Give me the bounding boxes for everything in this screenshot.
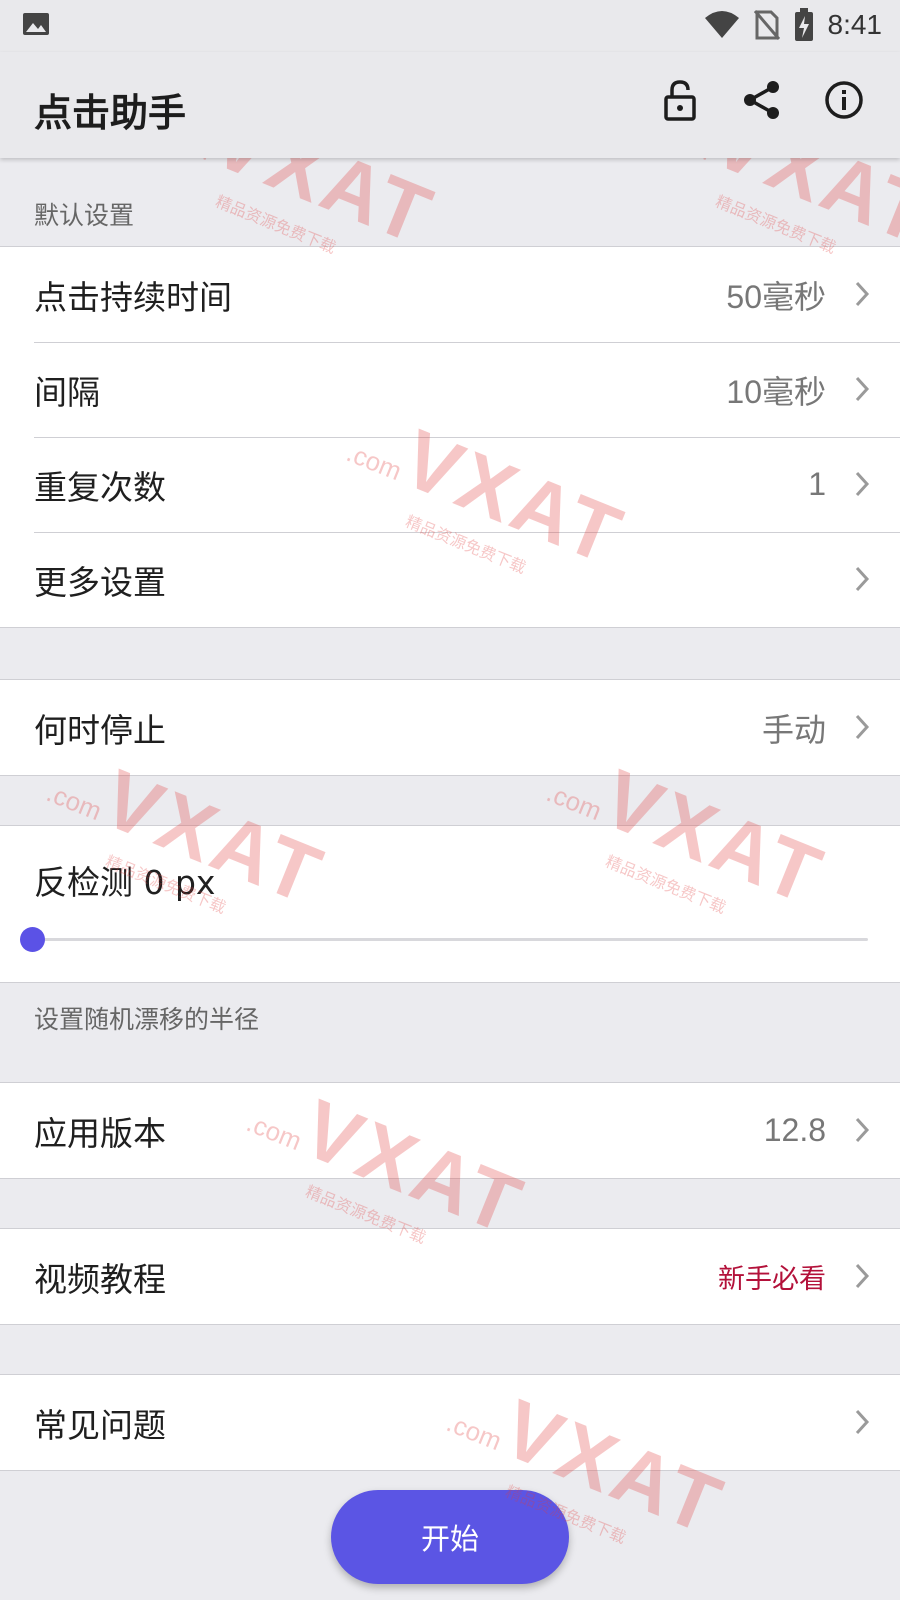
chevron-right-icon: [855, 376, 870, 402]
image-icon: [23, 13, 49, 35]
battery-charging-icon: [794, 8, 813, 41]
app-bar: 点击助手: [0, 52, 900, 158]
row-label: 应用版本: [34, 1113, 166, 1153]
row-label: 视频教程: [34, 1259, 166, 1299]
row-value: 12.8: [763, 1112, 826, 1148]
clock: 8:41: [827, 9, 883, 40]
row-value: 1: [808, 466, 826, 502]
row-click-duration[interactable]: 点击持续时间 50毫秒: [0, 247, 900, 342]
anti-detect-help: 设置随机漂移的半径: [34, 1005, 260, 1034]
row-more-settings[interactable]: 更多设置: [0, 532, 900, 627]
row-label: 常见问题: [34, 1405, 166, 1445]
chevron-right-icon: [855, 1117, 870, 1143]
anti-detect-group: 反检测 0 px: [0, 825, 900, 983]
row-video-tutorial[interactable]: 视频教程 新手必看: [0, 1229, 900, 1324]
row-label: 更多设置: [34, 562, 166, 602]
chevron-right-icon: [855, 714, 870, 740]
info-button[interactable]: [822, 78, 866, 122]
anti-detect-slider-track[interactable]: [32, 938, 868, 941]
row-interval[interactable]: 间隔 10毫秒: [0, 342, 900, 437]
row-repeat-count[interactable]: 重复次数 1: [0, 437, 900, 532]
row-when-to-stop[interactable]: 何时停止 手动: [0, 680, 900, 775]
row-label: 重复次数: [34, 467, 166, 507]
app-title: 点击助手: [34, 91, 187, 135]
version-group: 应用版本 12.8: [0, 1082, 900, 1179]
anti-detect-label: 反检测 0 px: [34, 863, 216, 902]
row-value: 10毫秒: [726, 373, 826, 410]
row-app-version[interactable]: 应用版本 12.8: [0, 1083, 900, 1178]
row-value: 新手必看: [718, 1264, 826, 1295]
faq-group: 常见问题: [0, 1374, 900, 1471]
lock-button[interactable]: [658, 78, 702, 122]
start-button[interactable]: 开始: [331, 1490, 569, 1584]
wifi-icon: [704, 11, 739, 38]
chevron-right-icon: [855, 1263, 870, 1289]
info-icon: [825, 81, 863, 119]
anti-detect-slider-thumb[interactable]: [20, 927, 45, 952]
tutorial-group: 视频教程 新手必看: [0, 1228, 900, 1325]
row-label: 何时停止: [34, 710, 166, 750]
row-value: 手动: [761, 710, 826, 749]
chevron-right-icon: [855, 471, 870, 497]
default-settings-group: 点击持续时间 50毫秒 间隔 10毫秒 重复次数 1 更多设置: [0, 246, 900, 628]
status-bar: 8:41: [0, 0, 900, 52]
row-label: 点击持续时间: [34, 277, 232, 317]
section-header-default: 默认设置: [34, 201, 135, 230]
chevron-right-icon: [855, 566, 870, 592]
share-button[interactable]: [740, 78, 784, 122]
row-faq[interactable]: 常见问题: [0, 1375, 900, 1470]
lock-open-icon: [664, 80, 696, 121]
row-label: 间隔: [34, 372, 100, 412]
chevron-right-icon: [855, 1409, 870, 1435]
no-sim-icon: [753, 10, 780, 40]
stop-group: 何时停止 手动: [0, 679, 900, 776]
chevron-right-icon: [855, 281, 870, 307]
share-icon: [744, 81, 779, 119]
row-value: 50毫秒: [726, 278, 826, 315]
